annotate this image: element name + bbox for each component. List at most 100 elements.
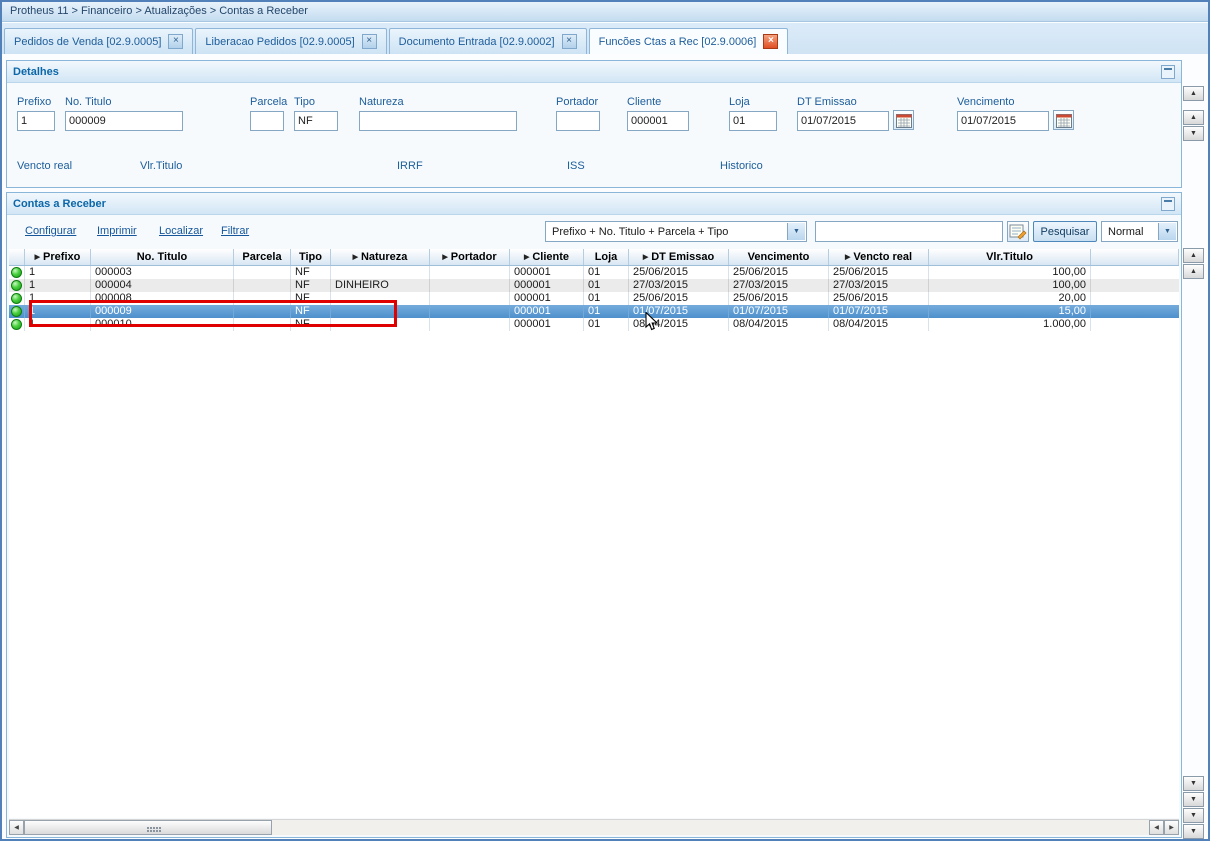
cell: 25/06/2015	[629, 266, 729, 279]
grid-scroll-top-button[interactable]: ▲	[1183, 248, 1204, 263]
view-mode-dropdown[interactable]: Normal ▼	[1101, 221, 1178, 242]
column-label: Loja	[594, 251, 618, 263]
loja-input[interactable]	[729, 111, 777, 131]
scroll-right-button[interactable]: ▶	[1164, 820, 1179, 835]
status-cell	[9, 292, 25, 305]
calendar-icon-button-dt-emissao[interactable]	[893, 110, 914, 130]
cell: 000008	[91, 292, 234, 305]
horizontal-scrollbar-thumb[interactable]	[24, 820, 272, 835]
detalhes-prev-record-button[interactable]: ▲	[1183, 110, 1204, 125]
table-row[interactable]: 1 000003 NF 000001 01 25/06/2015 25/06/2015 25/…	[9, 266, 1179, 279]
field-cliente: Cliente	[627, 96, 689, 131]
tab-func-es-ctas-a-rec-02-9-0006[interactable]: Funcões Ctas a Rec [02.9.0006] ×	[588, 28, 789, 54]
search-input[interactable]	[815, 221, 1003, 242]
field-label-vencto-real: Vencto real	[17, 160, 73, 172]
detalhes-next-record-button[interactable]: ▼	[1183, 126, 1204, 141]
grid-scroll-down-button[interactable]: ▼	[1183, 776, 1204, 791]
tab-pedidos-de-venda-02-9-0005[interactable]: Pedidos de Venda [02.9.0005] ×	[4, 28, 194, 54]
tab-documento-entrada-02-9-0002[interactable]: Documento Entrada [02.9.0002] ×	[388, 28, 587, 54]
column-header-cliente[interactable]: ▶ Cliente	[510, 249, 584, 265]
table-row[interactable]: 1 000008 NF 000001 01 25/06/2015 25/06/2015 25/…	[9, 292, 1179, 305]
horizontal-scrollbar[interactable]: ◀ ◀ ▶	[9, 819, 1179, 835]
contas-a-receber-panel: Contas a Receber Prefixo + No. Titulo + …	[6, 192, 1182, 838]
table-row[interactable]: 1 000009 NF 000001 01 01/07/2015 01/07/2015 01/…	[9, 305, 1179, 318]
collapse-contas-button[interactable]	[1161, 196, 1175, 211]
detalhes-scroll-up-button[interactable]: ▲	[1183, 86, 1204, 101]
contas-panel-title: Contas a Receber	[13, 197, 106, 210]
table-row[interactable]: 1 000010 NF 000001 01 08/04/2015 08/04/2015 08/…	[9, 318, 1179, 331]
link-imprimir[interactable]: Imprimir	[97, 225, 137, 237]
field-label-no-titulo: No. Titulo	[65, 96, 112, 108]
close-icon[interactable]: ×	[561, 34, 577, 49]
parcela-input[interactable]	[250, 111, 284, 131]
cell	[331, 305, 430, 318]
tipo-input[interactable]	[294, 111, 338, 131]
breadcrumb-bar: Protheus 11 > Financeiro > Atualizações …	[2, 2, 1208, 22]
search-button[interactable]: Pesquisar	[1033, 221, 1097, 242]
cell: 27/03/2015	[729, 279, 829, 292]
field-prefixo: Prefixo	[17, 96, 55, 131]
column-header-loja[interactable]: Loja	[584, 249, 629, 265]
advanced-search-icon-button[interactable]	[1007, 221, 1029, 242]
close-icon[interactable]: ×	[168, 34, 184, 49]
portador-input[interactable]	[556, 111, 600, 131]
column-header-tipo[interactable]: Tipo	[291, 249, 331, 265]
column-header-portador[interactable]: ▶ Portador	[430, 249, 510, 265]
close-icon[interactable]: ×	[361, 34, 377, 49]
tab-liberacao-pedidos-02-9-0005[interactable]: Liberacao Pedidos [02.9.0005] ×	[195, 28, 387, 54]
calendar-icon-button-vencimento[interactable]	[1053, 110, 1074, 130]
horizontal-scrollbar-track[interactable]	[272, 820, 1149, 835]
table-row[interactable]: 1 000004 NF DINHEIRO 000001 01 27/03/2015 27/03…	[9, 279, 1179, 292]
column-header-no-titulo[interactable]: No. Titulo	[91, 249, 234, 265]
column-header-vencimento[interactable]: Vencimento	[729, 249, 829, 265]
index-selector-dropdown[interactable]: Prefixo + No. Titulo + Parcela + Tipo ▼	[545, 221, 807, 242]
cell: 100,00	[929, 279, 1091, 292]
column-header-prefixo[interactable]: ▶ Prefixo	[25, 249, 91, 265]
grid-scroll-up-button[interactable]: ▲	[1183, 264, 1204, 279]
grid-page-down-button[interactable]: ▼	[1183, 792, 1204, 807]
column-header-parcela[interactable]: Parcela	[234, 249, 291, 265]
link-configurar[interactable]: Configurar	[25, 225, 76, 237]
cell: 01/07/2015	[629, 305, 729, 318]
column-label: Prefixo	[43, 251, 81, 263]
prefixo-input[interactable]	[17, 111, 55, 131]
sort-arrow-icon: ▶	[352, 254, 358, 261]
scroll-corner-button[interactable]: ▼	[1183, 824, 1204, 839]
dt-emissao-input[interactable]	[797, 111, 889, 131]
column-header-natureza[interactable]: ▶ Natureza	[331, 249, 430, 265]
link-localizar[interactable]: Localizar	[159, 225, 203, 237]
detalhes-panel-body: Prefixo No. Titulo Parcela Tipo Natureza Port…	[7, 82, 1181, 187]
natureza-input[interactable]	[359, 111, 517, 131]
cell: 000001	[510, 266, 584, 279]
column-header-dt-emissao[interactable]: ▶ DT Emissao	[629, 249, 729, 265]
cell: NF	[291, 266, 331, 279]
collapse-detalhes-button[interactable]	[1161, 64, 1175, 79]
cliente-input[interactable]	[627, 111, 689, 131]
status-cell	[9, 305, 25, 318]
cell: NF	[291, 318, 331, 331]
field-label-vencimento: Vencimento	[957, 96, 1015, 108]
scroll-left-button[interactable]: ◀	[9, 820, 24, 835]
column-header-vlr-titulo[interactable]: Vlr.Titulo	[929, 249, 1091, 265]
field-label-portador: Portador	[556, 96, 599, 108]
cell	[430, 279, 510, 292]
cell: 27/03/2015	[629, 279, 729, 292]
link-filtrar[interactable]: Filtrar	[221, 225, 249, 237]
close-icon[interactable]: ×	[763, 34, 779, 49]
column-label: DT Emissao	[651, 251, 715, 263]
sort-arrow-icon: ▶	[844, 254, 851, 261]
no-titulo-input[interactable]	[65, 111, 183, 131]
calendar-icon	[1055, 113, 1072, 128]
cell: 15,00	[929, 305, 1091, 318]
form-pencil-icon	[1009, 224, 1027, 240]
field-label-iss: ISS	[567, 160, 585, 172]
vencimento-input[interactable]	[957, 111, 1049, 131]
field-label-prefixo: Prefixo	[17, 96, 52, 108]
sort-arrow-icon: ▶	[642, 254, 649, 261]
cell	[430, 318, 510, 331]
grid-scroll-bottom-button[interactable]: ▼	[1183, 808, 1204, 823]
scroll-left-button-right[interactable]: ◀	[1149, 820, 1164, 835]
field-parcela: Parcela	[250, 96, 287, 131]
column-header-vencto-real[interactable]: ▶ Vencto real	[829, 249, 929, 265]
detalhes-panel-title: Detalhes	[13, 65, 59, 78]
